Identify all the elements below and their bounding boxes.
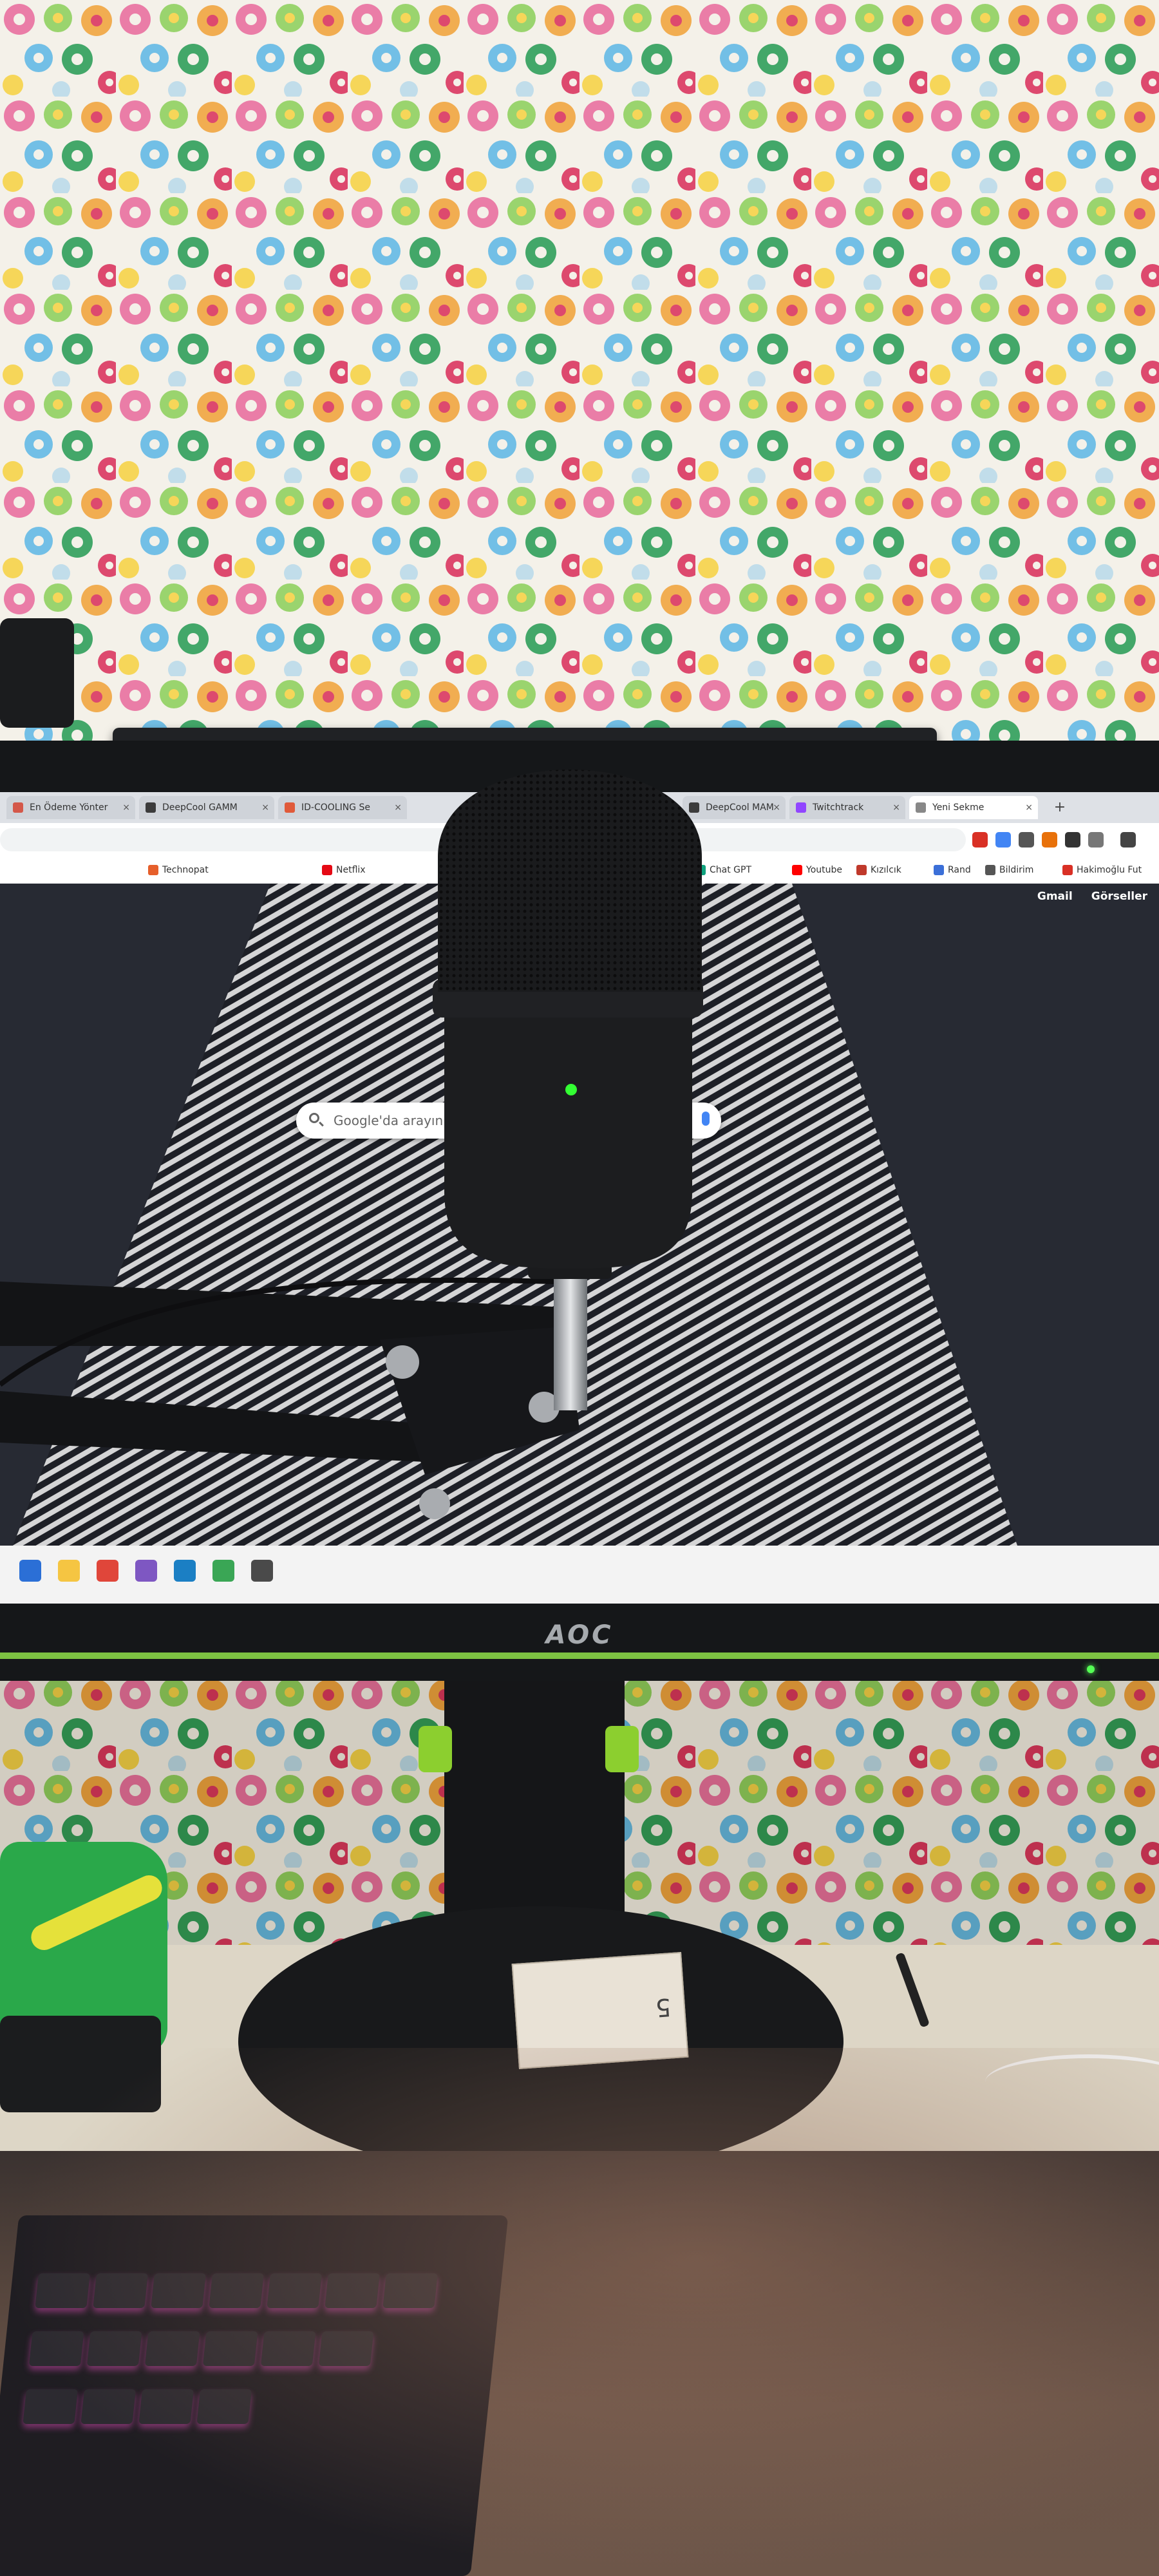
power-led-icon bbox=[1087, 1665, 1095, 1673]
mic-status-led-icon bbox=[565, 1084, 577, 1095]
photo-scene: En Ödeme Yönter × DeepCool GAMM × ID-COO… bbox=[0, 0, 1159, 2576]
boom-arm bbox=[0, 1277, 580, 1519]
arm-knob[interactable] bbox=[386, 1345, 419, 1379]
mic-mount-shaft bbox=[554, 1275, 587, 1410]
foreground-blur bbox=[0, 2048, 1159, 2576]
mic-body bbox=[444, 985, 692, 1269]
arm-knob[interactable] bbox=[419, 1488, 450, 1519]
microphone-assembly bbox=[0, 770, 703, 1519]
sticker-text: 5 bbox=[654, 1993, 672, 2022]
cable-clip bbox=[419, 1726, 452, 1772]
cable-clip bbox=[605, 1726, 639, 1772]
monitor-accent-strip bbox=[0, 1653, 1159, 1659]
monitor-brand-logo: AOC bbox=[545, 1620, 614, 1650]
patterned-curtain bbox=[0, 0, 1159, 747]
mic-grille bbox=[438, 770, 702, 992]
